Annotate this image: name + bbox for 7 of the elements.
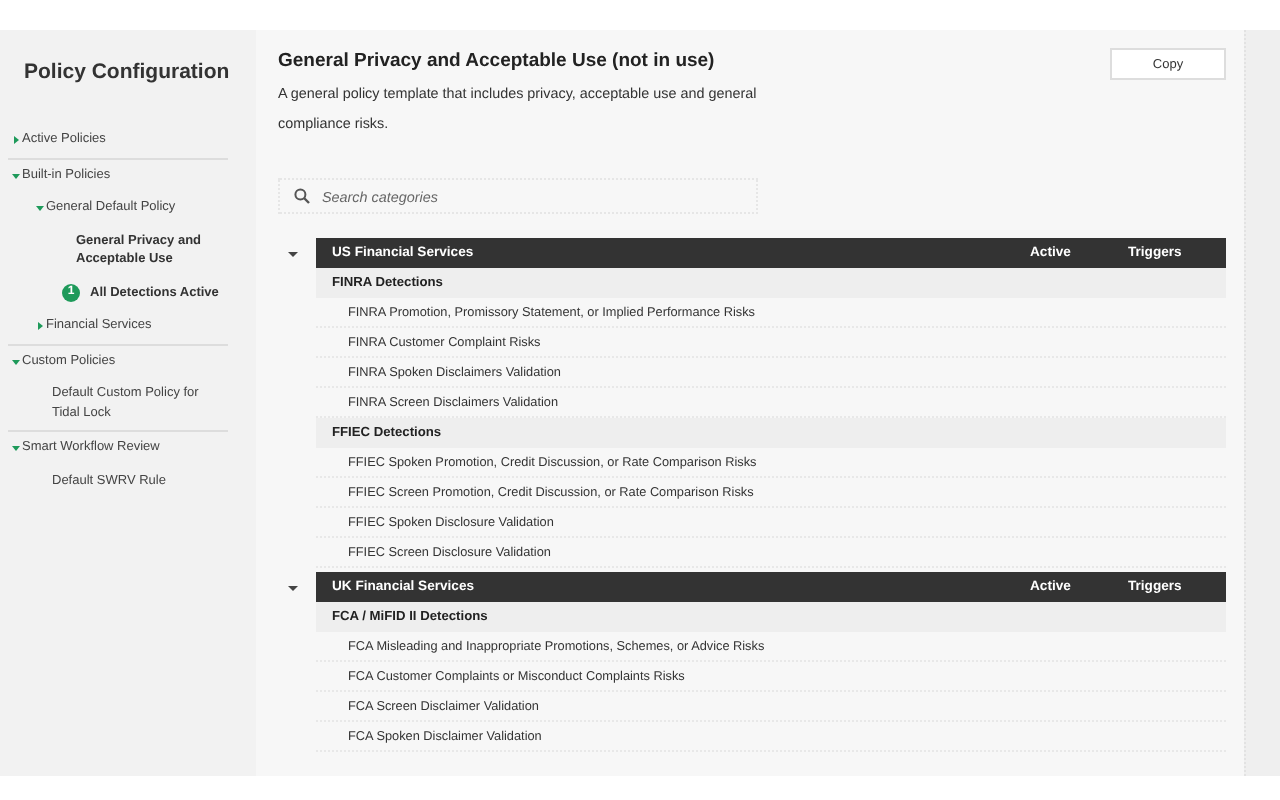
caret-down-icon[interactable] — [287, 584, 297, 592]
search-icon — [294, 188, 310, 204]
caret-right-icon[interactable] — [35, 322, 43, 330]
caret-right-icon[interactable] — [11, 136, 19, 144]
policy-title: General Privacy and Acceptable Use (not in use) — [278, 50, 717, 72]
caret-down-icon[interactable] — [287, 250, 297, 258]
sidebar-title: Policy Configuration — [24, 60, 230, 84]
